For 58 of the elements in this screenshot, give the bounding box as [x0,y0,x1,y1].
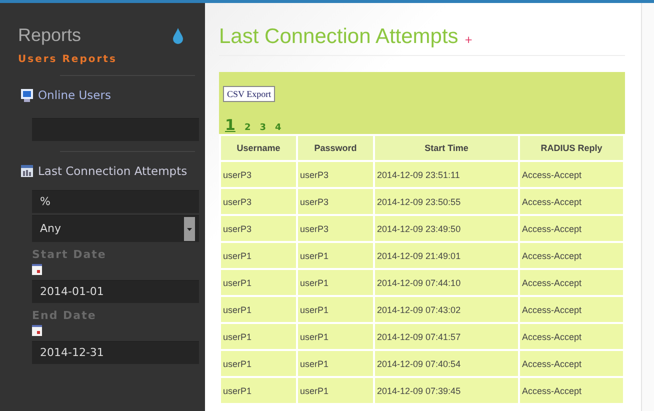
table-cell: Access-Accept [519,323,624,350]
table-cell: userP3 [297,215,374,242]
page-title: Last Connection Attempts [219,25,458,49]
table-cell: Access-Accept [519,188,624,215]
table-cell: userP3 [297,161,374,188]
table-cell: Access-Accept [519,296,624,323]
date-field[interactable]: 2014-12-31 [32,341,199,364]
sidebar-link[interactable]: Online Users [10,84,205,106]
input-field[interactable]: % [32,190,199,213]
table-cell: 2014-12-09 23:51:11 [374,161,519,188]
table-cell: Access-Accept [519,269,624,296]
sidebar-title: Reports [18,25,82,46]
chart-icon [21,165,33,177]
table-cell: userP3 [297,188,374,215]
dropdown-icon [184,217,195,241]
table-cell: userP3 [220,188,297,215]
drop-icon [173,28,183,44]
table-cell: Access-Accept [519,215,624,242]
table-cell: userP1 [297,269,374,296]
table-cell: Access-Accept [519,350,624,377]
table-cell: 2014-12-09 07:43:02 [374,296,519,323]
table-cell: Access-Accept [519,377,624,404]
table-cell: 2014-12-09 07:44:10 [374,269,519,296]
table-cell: userP3 [220,215,297,242]
column-header: Start Time [374,135,519,161]
table-cell: userP1 [220,323,297,350]
monitor-icon [21,88,33,102]
table-cell: userP1 [297,323,374,350]
table-cell: userP1 [220,296,297,323]
table-cell: userP1 [220,242,297,269]
table-cell: 2014-12-09 07:41:57 [374,323,519,350]
sidebar-link[interactable]: Last Connection Attempts [10,160,205,182]
table-cell: Access-Accept [519,161,624,188]
table-cell: 2014-12-09 23:49:50 [374,215,519,242]
column-header: Password [297,135,374,161]
date-field[interactable]: 2014-01-01 [32,280,199,303]
table-cell: userP1 [220,269,297,296]
column-header: RADIUS Reply [519,135,624,161]
table-cell: Access-Accept [519,242,624,269]
calendar-icon[interactable] [32,325,42,336]
table-cell: 2014-12-09 07:40:54 [374,350,519,377]
table-cell: 2014-12-09 21:49:01 [374,242,519,269]
export-button[interactable]: CSV Export [223,86,276,102]
scrollbar[interactable] [641,3,654,411]
table-cell: userP1 [220,350,297,377]
select-field[interactable]: Any [32,215,199,242]
add-link[interactable]: + [464,35,473,46]
calendar-icon[interactable] [32,264,42,275]
table-cell: 2014-12-09 23:50:55 [374,188,519,215]
table-cell: userP1 [297,350,374,377]
table-cell: userP1 [297,296,374,323]
section-heading: Users Reports [17,53,118,65]
column-header: Username [220,135,297,161]
table-cell: 2014-12-09 07:39:45 [374,377,519,404]
table-cell: userP1 [297,242,374,269]
table-cell: userP1 [297,377,374,404]
table-cell: userP1 [220,377,297,404]
table-cell: userP3 [220,161,297,188]
